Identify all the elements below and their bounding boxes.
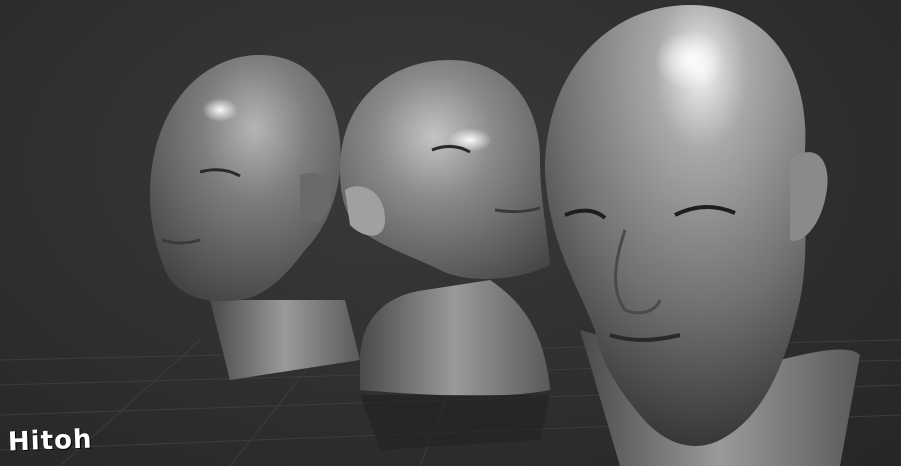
3d-viewport: Hitoh — [0, 0, 901, 466]
right-head — [545, 5, 860, 466]
scene-render — [0, 5, 901, 466]
middle-head — [340, 60, 550, 450]
left-head — [150, 55, 360, 380]
signature-watermark: Hitoh — [7, 424, 93, 458]
